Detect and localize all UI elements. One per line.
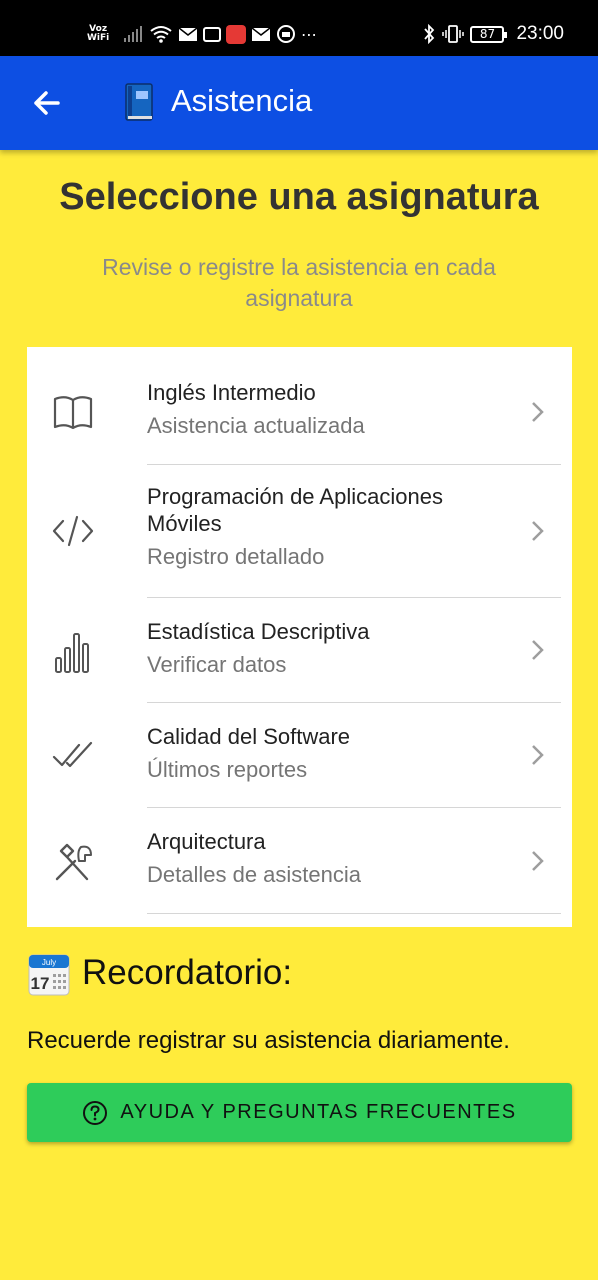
- help-faq-button[interactable]: AYUDA Y PREGUNTAS FRECUENTES: [27, 1083, 572, 1142]
- status-bar: Voz WiFi ⋯ 87 23:00: [0, 0, 598, 56]
- course-name: Programación de Aplicaciones Móviles: [147, 484, 443, 536]
- code-icon: [52, 515, 94, 547]
- calendar-day: 17: [31, 974, 50, 993]
- bar-chart-icon: [55, 633, 89, 673]
- mail-icon: [251, 26, 271, 41]
- course-subtitle: Verificar datos: [147, 652, 287, 677]
- course-name: Arquitectura: [147, 829, 266, 854]
- help-button-label: AYUDA Y PREGUNTAS FRECUENTES: [120, 1101, 517, 1123]
- course-subtitle: Últimos reportes: [147, 757, 308, 782]
- course-item-estadistica[interactable]: Estadística Descriptiva Verificar datos: [27, 598, 572, 703]
- chevron-right-icon: [532, 851, 544, 871]
- course-item-calidad[interactable]: Calidad del Software Últimos reportes: [27, 703, 572, 808]
- bluetooth-icon: [424, 24, 435, 44]
- reminder-title: Recordatorio:: [82, 953, 293, 992]
- signal-icon: [124, 26, 142, 42]
- download-icon: [277, 25, 295, 43]
- blue-book-icon: [125, 83, 153, 121]
- chevron-right-icon: [532, 521, 544, 541]
- course-subtitle: Registro detallado: [147, 544, 325, 569]
- chevron-right-icon: [532, 745, 544, 765]
- course-subtitle: Detalles de asistencia: [147, 862, 362, 887]
- chevron-right-icon: [532, 402, 544, 422]
- app-title: Asistencia: [171, 83, 313, 118]
- app-bar: Asistencia: [0, 56, 598, 150]
- course-item-programacion[interactable]: Programación de Aplicaciones Móviles Reg…: [27, 465, 572, 598]
- tools-icon: [55, 843, 92, 881]
- course-list: Inglés Intermedio Asistencia actualizada…: [27, 347, 572, 927]
- video-icon: [203, 26, 221, 42]
- battery-icon: 87: [470, 25, 508, 43]
- vibrate-icon: [442, 25, 465, 43]
- network-label: Voz WiFi: [87, 24, 110, 43]
- course-name: Estadística Descriptiva: [147, 619, 370, 644]
- double-check-icon: [52, 741, 93, 768]
- clock: 23:00: [516, 23, 564, 44]
- more-notifications-icon: ⋯: [301, 24, 317, 44]
- reminder-text: Recuerde registrar su asistencia diariam…: [27, 1027, 510, 1054]
- course-subtitle: Asistencia actualizada: [147, 413, 365, 438]
- page-subtitle: Revise o registre la asistencia en cada …: [102, 254, 496, 311]
- calendar-month: July: [42, 958, 56, 967]
- arrow-left-icon[interactable]: [26, 82, 68, 124]
- wifi-icon: [150, 26, 172, 43]
- course-name: Calidad del Software: [147, 724, 351, 749]
- shop-app-icon: [226, 24, 246, 44]
- divider: [147, 913, 561, 914]
- calendar-icon: July 17: [28, 954, 70, 996]
- chevron-right-icon: [532, 640, 544, 660]
- system-icons: 87 23:00: [422, 22, 564, 46]
- mail-icon: [178, 26, 198, 41]
- page-title: Seleccione una asignatura: [59, 176, 539, 218]
- course-name: Inglés Intermedio: [147, 380, 316, 405]
- course-item-ingles[interactable]: Inglés Intermedio Asistencia actualizada: [27, 347, 572, 465]
- notification-icons: ⋯: [124, 22, 317, 46]
- help-circle-icon: [83, 1100, 108, 1125]
- course-item-arquitectura[interactable]: Arquitectura Detalles de asistencia: [27, 808, 572, 914]
- open-book-icon: [53, 396, 93, 430]
